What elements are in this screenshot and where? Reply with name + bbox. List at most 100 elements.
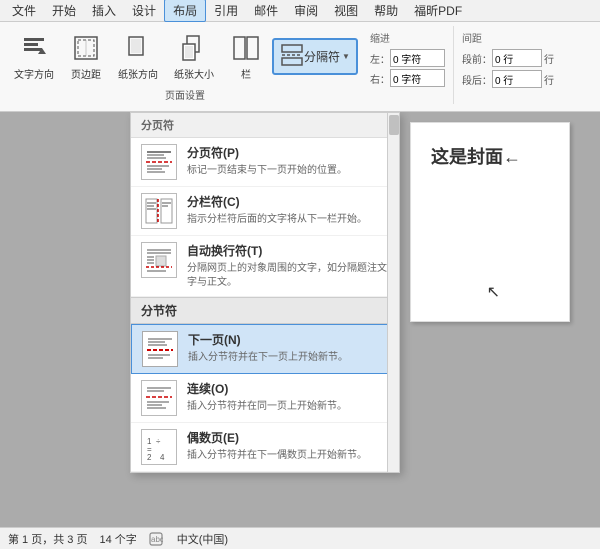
spacing-after-row: 段后： 行 [462, 70, 554, 88]
page-break-header: 分页符 [131, 113, 399, 138]
svg-text:4: 4 [160, 453, 165, 462]
page-setup-label: 页面设置 [8, 87, 362, 104]
text-direction-label: 文字方向 [14, 66, 54, 81]
column-break-text: 分栏符(C) 指示分栏符后面的文字将从下一栏开始。 [187, 193, 389, 227]
next-page-text: 下一页(N) 插入分节符并在下一页上开始新节。 [188, 331, 388, 365]
continuous-icon [141, 380, 177, 416]
even-page-icon: 1 = 2 ÷ 4 [141, 429, 177, 465]
columns-icon [230, 32, 262, 64]
next-page-desc: 插入分节符并在下一页上开始新节。 [188, 351, 388, 365]
page-break-text: 分页符(P) 标记一页结束与下一页开始的位置。 [187, 144, 389, 178]
column-break-item[interactable]: 分栏符(C) 指示分栏符后面的文字将从下一栏开始。 [131, 187, 399, 236]
status-page-text: 第 1 页，共 3 页 [8, 531, 87, 547]
menu-file[interactable]: 文件 [4, 0, 44, 21]
page-break-desc: 标记一页结束与下一页开始的位置。 [187, 164, 389, 178]
indent-right-input[interactable] [390, 69, 445, 87]
margins-button[interactable]: 页边距 [64, 30, 108, 83]
columns-button[interactable]: 栏 [224, 30, 268, 83]
menu-view[interactable]: 视图 [326, 0, 366, 21]
size-label: 纸张大小 [174, 66, 214, 81]
menu-foxit[interactable]: 福昕PDF [406, 0, 470, 21]
orientation-label: 纸张方向 [118, 66, 158, 81]
text-direction-icon [18, 32, 50, 64]
size-button[interactable]: 纸张大小 [168, 30, 220, 83]
dropdown-scrollbar[interactable] [387, 113, 399, 472]
spacing-before-input[interactable] [492, 49, 542, 67]
spacing-after-label: 段后： [462, 72, 492, 87]
ribbon: 文字方向 页边距 [0, 22, 600, 112]
spacing-before-row: 段前： 行 [462, 49, 554, 67]
spacing-after-input[interactable] [492, 70, 542, 88]
continuous-item[interactable]: 连续(O) 插入分节符并在同一页上开始新节。 [131, 374, 399, 423]
status-words: 14 个字 [99, 531, 136, 547]
svg-text:÷: ÷ [156, 437, 161, 446]
section-break-header: 分节符 [131, 297, 399, 324]
spacing-before-unit: 行 [544, 51, 554, 66]
page-break-item[interactable]: 分页符(P) 标记一页结束与下一页开始的位置。 [131, 138, 399, 187]
menu-insert[interactable]: 插入 [84, 0, 124, 21]
next-page-item[interactable]: 下一页(N) 插入分节符并在下一页上开始新节。 [131, 324, 399, 374]
breaks-dropdown-arrow: ▼ [342, 52, 350, 61]
page-break-icon [141, 144, 177, 180]
column-break-desc: 指示分栏符后面的文字将从下一栏开始。 [187, 213, 389, 227]
scrollbar-thumb [389, 115, 399, 135]
text-wrap-icon [141, 242, 177, 278]
breaks-button[interactable]: 分隔符 ▼ [272, 38, 358, 75]
next-page-icon [142, 331, 178, 367]
column-break-icon [141, 193, 177, 229]
even-page-text: 偶数页(E) 插入分节符并在下一偶数页上开始新节。 [187, 429, 389, 463]
text-wrap-text: 自动换行符(T) 分隔网页上的对象周围的文字，如分隔题注文字与正文。 [187, 242, 389, 290]
continuous-desc: 插入分节符并在同一页上开始新节。 [187, 400, 389, 414]
menu-bar: 文件 开始 插入 设计 布局 引用 邮件 审阅 视图 帮助 福昕PDF [0, 0, 600, 22]
svg-text:abc: abc [151, 535, 163, 544]
status-language: 中文(中国) [177, 531, 228, 547]
text-wrap-item[interactable]: 自动换行符(T) 分隔网页上的对象周围的文字，如分隔题注文字与正文。 [131, 236, 399, 297]
orientation-button[interactable]: 纸张方向 [112, 30, 164, 83]
even-page-desc: 插入分节符并在下一偶数页上开始新节。 [187, 449, 389, 463]
menu-layout[interactable]: 布局 [164, 0, 206, 22]
indent-group: 缩进 左： 右： [362, 26, 454, 104]
text-direction-button[interactable]: 文字方向 [8, 30, 60, 83]
margins-icon [70, 32, 102, 64]
status-proofreading-icon: abc [149, 532, 165, 546]
breaks-label: 分隔符 [304, 48, 340, 65]
page-break-title: 分页符(P) [187, 144, 389, 161]
orientation-icon [122, 32, 154, 64]
content-area: 分页符 分页符(P) 标记一页结束与下一页开始的位置。 [0, 112, 600, 527]
spacing-after-unit: 行 [544, 72, 554, 87]
menu-design[interactable]: 设计 [124, 0, 164, 21]
column-break-title: 分栏符(C) [187, 193, 389, 210]
indent-left-label: 左： [370, 51, 390, 66]
ribbon-page-setup: 文字方向 页边距 [8, 26, 362, 104]
margins-label: 页边距 [71, 66, 101, 81]
text-wrap-desc: 分隔网页上的对象周围的文字，如分隔题注文字与正文。 [187, 262, 389, 290]
spacing-group: 间距 段前： 行 段后： 行 [454, 26, 562, 104]
columns-label: 栏 [241, 66, 251, 81]
indent-right-row: 右： [370, 69, 445, 87]
status-words-text: 14 个字 [99, 531, 136, 547]
menu-review[interactable]: 审阅 [286, 0, 326, 21]
indent-label: 缩进 [370, 30, 445, 45]
text-wrap-title: 自动换行符(T) [187, 242, 389, 259]
breaks-dropdown-menu: 分页符 分页符(P) 标记一页结束与下一页开始的位置。 [130, 112, 400, 473]
indent-left-input[interactable] [390, 49, 445, 67]
indent-right-label: 右： [370, 71, 390, 86]
svg-text:2: 2 [147, 453, 152, 462]
continuous-text: 连续(O) 插入分节符并在同一页上开始新节。 [187, 380, 389, 414]
status-page: 第 1 页，共 3 页 [8, 531, 87, 547]
menu-mail[interactable]: 邮件 [246, 0, 286, 21]
size-icon [178, 32, 210, 64]
next-page-title: 下一页(N) [188, 331, 388, 348]
spacing-before-label: 段前： [462, 51, 492, 66]
continuous-title: 连续(O) [187, 380, 389, 397]
spacing-label: 间距 [462, 30, 554, 45]
ribbon-page-setup-buttons: 文字方向 页边距 [8, 26, 362, 87]
page-title-text: 这是封面← [431, 147, 521, 167]
even-page-title: 偶数页(E) [187, 429, 389, 446]
menu-start[interactable]: 开始 [44, 0, 84, 21]
breaks-icon [280, 43, 304, 70]
menu-help[interactable]: 帮助 [366, 0, 406, 21]
menu-references[interactable]: 引用 [206, 0, 246, 21]
status-language-text: 中文(中国) [177, 531, 228, 547]
even-page-item[interactable]: 1 = 2 ÷ 4 偶数页(E) 插入分节符并在下一偶数页上开始新节。 [131, 423, 399, 472]
